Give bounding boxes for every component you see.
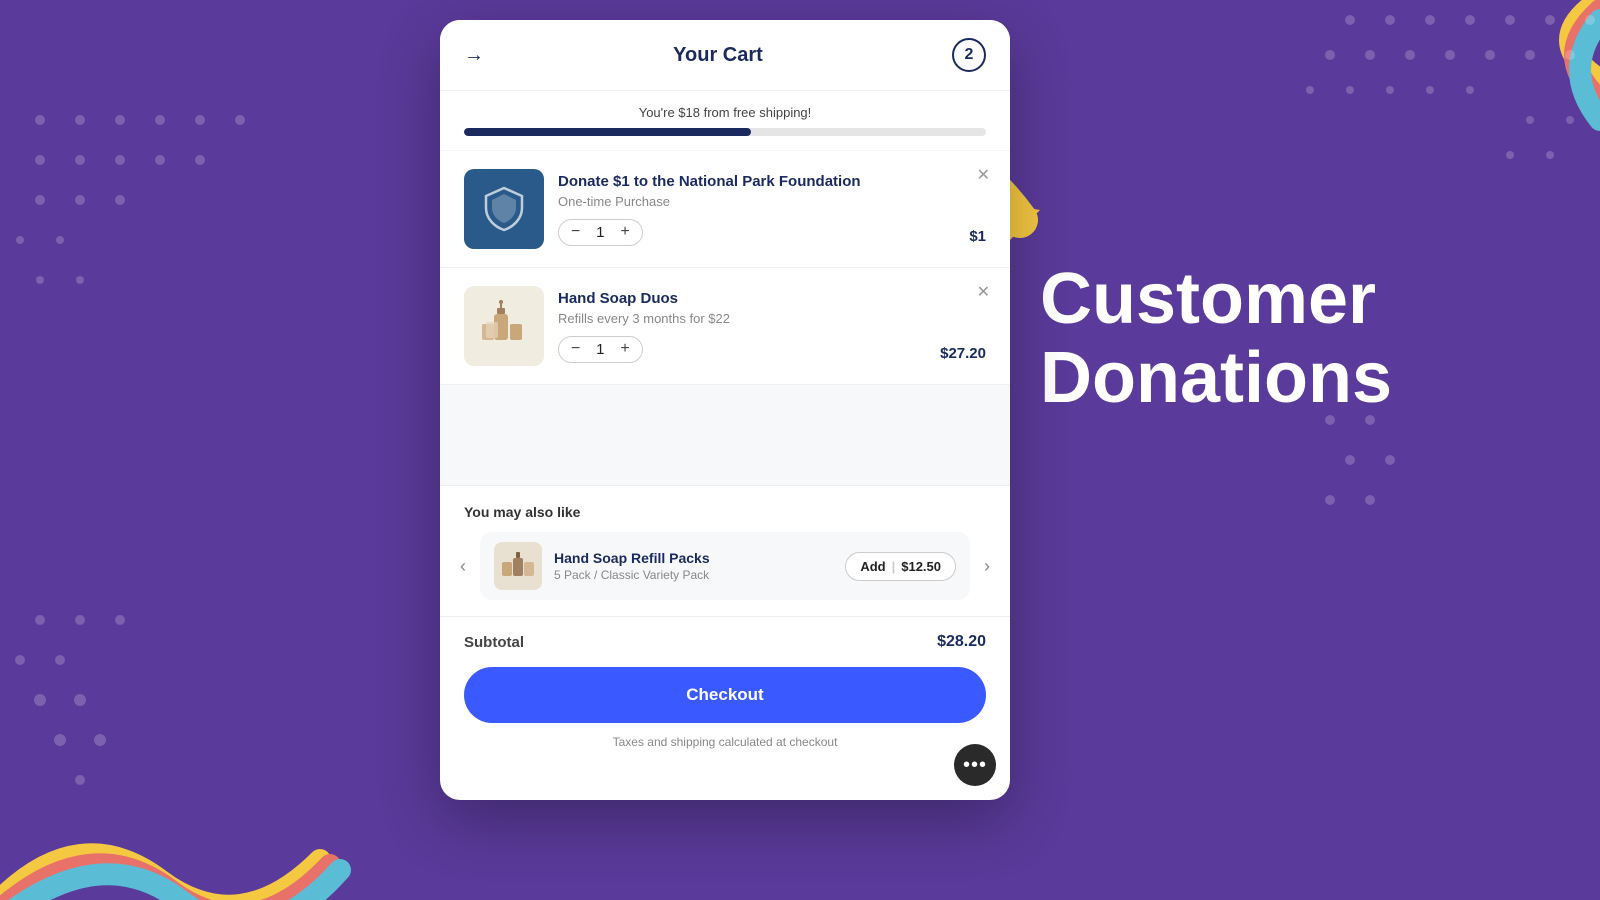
- item-image-donation: [464, 169, 544, 249]
- add-label: Add: [860, 559, 885, 574]
- also-like-title: You may also like: [440, 504, 1010, 532]
- item-image-soap: [464, 286, 544, 366]
- shipping-progress-section: You're $18 from free shipping!: [440, 91, 1010, 151]
- carousel-add-button[interactable]: Add | $12.50: [845, 552, 956, 581]
- subtotal-label: Subtotal: [464, 634, 524, 651]
- carousel-item-name: Hand Soap Refill Packs: [554, 550, 833, 566]
- item-subtitle-donation: One-time Purchase: [558, 194, 955, 209]
- qty-increase-donation[interactable]: +: [620, 224, 629, 240]
- cart-empty-space: [440, 385, 1010, 485]
- progress-fill: [464, 128, 751, 136]
- subtotal-amount: $28.20: [937, 633, 986, 651]
- back-button[interactable]: →: [464, 44, 484, 67]
- item-name-soap: Hand Soap Duos: [558, 290, 926, 307]
- progress-track: [464, 128, 986, 136]
- item-subtitle-soap: Refills every 3 months for $22: [558, 311, 926, 326]
- shipping-notice: You're $18 from free shipping!: [464, 105, 986, 120]
- add-price: $12.50: [901, 559, 941, 574]
- promo-line2: Donations: [1040, 338, 1392, 418]
- qty-decrease-soap[interactable]: −: [571, 341, 580, 357]
- qty-control-soap: − 1 +: [558, 336, 643, 363]
- qty-control-donation: − 1 +: [558, 219, 643, 246]
- item-info-soap: Hand Soap Duos Refills every 3 months fo…: [558, 290, 926, 363]
- qty-decrease-donation[interactable]: −: [571, 224, 580, 240]
- cart-item-donation: Donate $1 to the National Park Foundatio…: [440, 151, 1010, 268]
- cart-header: → Your Cart 2: [440, 20, 1010, 91]
- carousel-next-button[interactable]: ›: [978, 550, 996, 583]
- add-divider: |: [892, 559, 896, 574]
- remove-donation-button[interactable]: ✕: [977, 165, 990, 185]
- item-info-donation: Donate $1 to the National Park Foundatio…: [558, 173, 955, 246]
- qty-increase-soap[interactable]: +: [620, 341, 629, 357]
- floating-menu-button[interactable]: •••: [954, 744, 996, 786]
- cart-title: Your Cart: [673, 44, 763, 67]
- carousel-item: Hand Soap Refill Packs 5 Pack / Classic …: [480, 532, 970, 600]
- carousel-prev-button[interactable]: ‹: [454, 550, 472, 583]
- also-like-section: You may also like ‹ Hand Soap Refill Pac…: [440, 485, 1010, 616]
- qty-value-donation: 1: [592, 224, 608, 241]
- floating-dots-icon: •••: [963, 754, 987, 777]
- promo-line1: Customer: [1040, 259, 1376, 339]
- carousel-item-info: Hand Soap Refill Packs 5 Pack / Classic …: [554, 550, 833, 582]
- cart-count-badge: 2: [952, 38, 986, 72]
- qty-value-soap: 1: [592, 341, 608, 358]
- item-price-donation: $1: [969, 228, 986, 249]
- cart-modal: → Your Cart 2 You're $18 from free shipp…: [440, 20, 1010, 800]
- also-like-carousel: ‹ Hand Soap Refill Packs 5 Pack / Classi…: [440, 532, 1010, 616]
- cart-item-soap: Hand Soap Duos Refills every 3 months fo…: [440, 268, 1010, 385]
- promo-text: Customer Donations: [1040, 260, 1540, 418]
- carousel-item-image: [494, 542, 542, 590]
- tax-note: Taxes and shipping calculated at checkou…: [440, 735, 1010, 763]
- cart-items-list: Donate $1 to the National Park Foundatio…: [440, 151, 1010, 385]
- remove-soap-button[interactable]: ✕: [977, 282, 990, 302]
- subtotal-row: Subtotal $28.20: [440, 616, 1010, 667]
- carousel-item-subtitle: 5 Pack / Classic Variety Pack: [554, 568, 833, 582]
- item-name-donation: Donate $1 to the National Park Foundatio…: [558, 173, 955, 190]
- item-price-soap: $27.20: [940, 345, 986, 366]
- checkout-button[interactable]: Checkout: [464, 667, 986, 723]
